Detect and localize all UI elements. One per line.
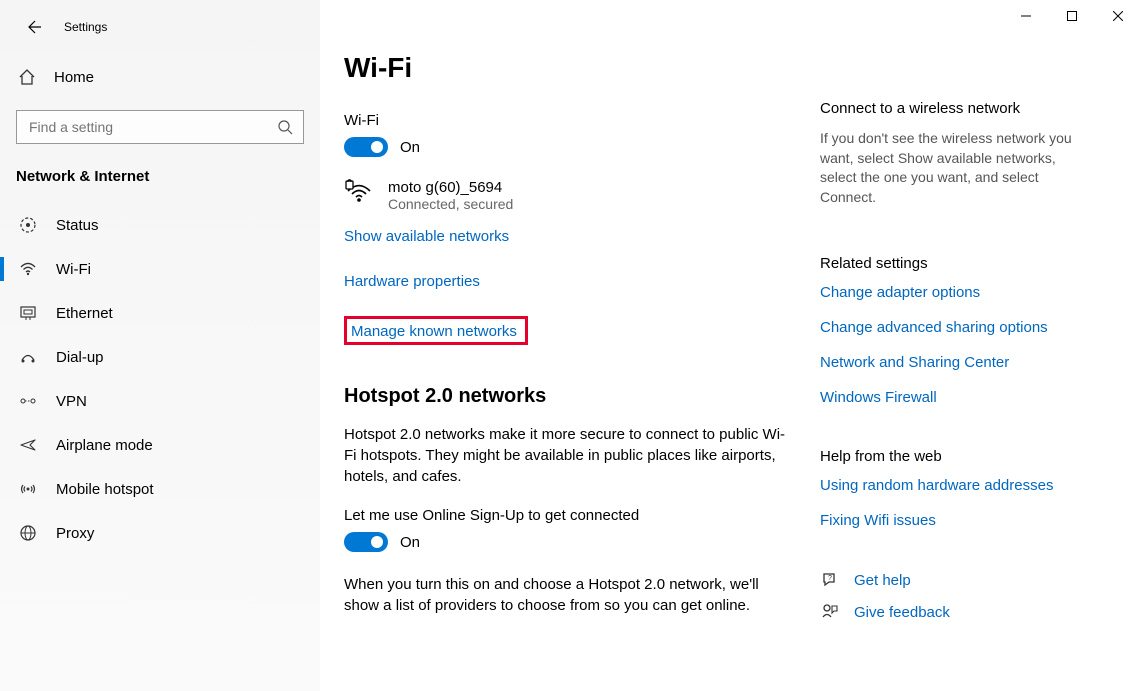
show-available-networks-link[interactable]: Show available networks [344, 228, 509, 245]
wifi-secured-icon [344, 179, 374, 205]
sidebar-item-ethernet[interactable]: Ethernet [0, 291, 320, 335]
sidebar-item-status[interactable]: Status [0, 203, 320, 247]
sidebar-item-dialup[interactable]: Dial-up [0, 335, 320, 379]
change-adapter-link[interactable]: Change adapter options [820, 284, 1090, 301]
maximize-button[interactable] [1049, 0, 1095, 32]
search-icon [278, 120, 293, 135]
sidebar-item-label: Airplane mode [56, 437, 153, 454]
sidebar-section-label: Network & Internet [0, 162, 320, 203]
fixing-wifi-link[interactable]: Fixing Wifi issues [820, 512, 1090, 529]
windows-firewall-link[interactable]: Windows Firewall [820, 389, 1090, 406]
sidebar-item-label: Proxy [56, 525, 94, 542]
signup-label: Let me use Online Sign-Up to get connect… [344, 507, 796, 524]
sidebar-item-label: Ethernet [56, 305, 113, 322]
sidebar-item-label: Status [56, 217, 99, 234]
sidebar-item-label: VPN [56, 393, 87, 410]
wifi-switch-label: Wi-Fi [344, 112, 796, 129]
hotspot-section-title: Hotspot 2.0 networks [344, 385, 796, 408]
signup-description: When you turn this on and choose a Hotsp… [344, 574, 796, 616]
search-box[interactable] [16, 110, 304, 144]
feedback-icon [820, 603, 840, 621]
give-feedback-label: Give feedback [854, 604, 950, 621]
sidebar-item-label: Mobile hotspot [56, 481, 154, 498]
current-network[interactable]: moto g(60)_5694 Connected, secured [344, 179, 796, 212]
hotspot-description: Hotspot 2.0 networks make it more secure… [344, 424, 796, 487]
hotspot-icon [18, 480, 38, 498]
proxy-icon [18, 524, 38, 542]
network-name: moto g(60)_5694 [388, 179, 513, 196]
give-feedback-link[interactable]: Give feedback [820, 603, 1090, 621]
titlebar [0, 0, 1141, 32]
search-input[interactable] [27, 118, 293, 136]
wifi-icon [18, 260, 38, 278]
get-help-link[interactable]: ? Get help [820, 571, 1090, 589]
network-sharing-center-link[interactable]: Network and Sharing Center [820, 354, 1090, 371]
sidebar-item-airplane[interactable]: Airplane mode [0, 423, 320, 467]
hardware-properties-link[interactable]: Hardware properties [344, 273, 480, 290]
home-nav[interactable]: Home [0, 58, 320, 96]
related-settings-title: Related settings [820, 255, 1090, 272]
help-icon: ? [820, 571, 840, 589]
right-rail: Connect to a wireless network If you don… [820, 38, 1110, 671]
sidebar-item-hotspot[interactable]: Mobile hotspot [0, 467, 320, 511]
sidebar: Settings Home Network & Internet Status [0, 0, 320, 691]
svg-text:?: ? [828, 575, 832, 582]
dialup-icon [18, 348, 38, 366]
signup-toggle-state: On [400, 534, 420, 551]
wifi-toggle[interactable] [344, 137, 388, 157]
get-help-label: Get help [854, 572, 911, 589]
ethernet-icon [18, 304, 38, 322]
sidebar-item-wifi[interactable]: Wi-Fi [0, 247, 320, 291]
signup-toggle[interactable] [344, 532, 388, 552]
highlight-box: Manage known networks [344, 316, 528, 345]
change-sharing-link[interactable]: Change advanced sharing options [820, 319, 1090, 336]
minimize-button[interactable] [1003, 0, 1049, 32]
help-from-web-title: Help from the web [820, 448, 1090, 465]
home-icon [18, 68, 36, 86]
network-status: Connected, secured [388, 196, 513, 212]
random-hardware-link[interactable]: Using random hardware addresses [820, 477, 1090, 494]
home-label: Home [54, 69, 94, 86]
wifi-toggle-state: On [400, 139, 420, 156]
connect-desc: If you don't see the wireless network yo… [820, 129, 1090, 207]
sidebar-item-label: Dial-up [56, 349, 104, 366]
status-icon [18, 216, 38, 234]
sidebar-item-proxy[interactable]: Proxy [0, 511, 320, 555]
manage-known-networks-link[interactable]: Manage known networks [351, 323, 517, 340]
close-button[interactable] [1095, 0, 1141, 32]
connect-title: Connect to a wireless network [820, 100, 1090, 117]
page-title: Wi-Fi [344, 52, 796, 84]
sidebar-item-vpn[interactable]: VPN [0, 379, 320, 423]
airplane-icon [18, 436, 38, 454]
sidebar-item-label: Wi-Fi [56, 261, 91, 278]
main-content: Wi-Fi Wi-Fi On [344, 38, 820, 671]
vpn-icon [18, 392, 38, 410]
